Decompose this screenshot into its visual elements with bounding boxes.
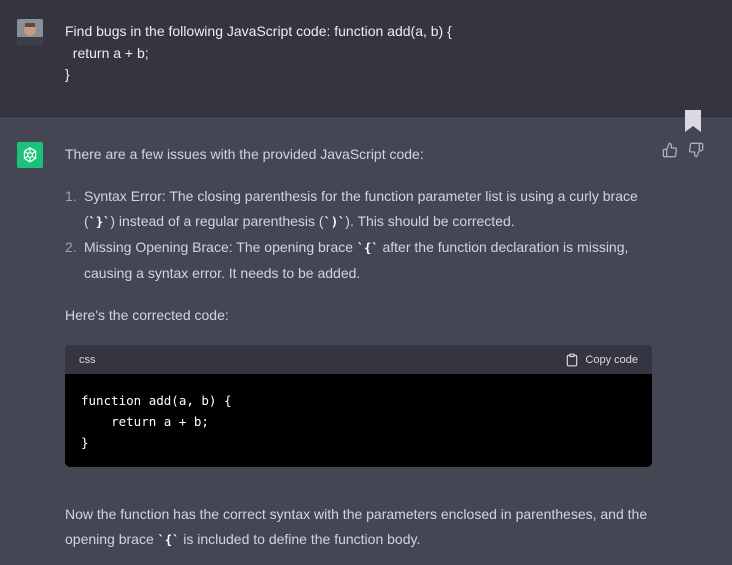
list-item: 2. Missing Opening Brace: The opening bra… <box>65 239 629 281</box>
assistant-intro: There are a few issues with the provided… <box>65 146 424 162</box>
code-block: css Copy code function add(a, b) { retur… <box>65 345 652 467</box>
copy-code-button[interactable]: Copy code <box>565 353 638 367</box>
inline-code: `{` <box>356 241 379 255</box>
copy-code-label: Copy code <box>585 353 638 366</box>
corrected-code-intro: Here's the corrected code: <box>65 307 229 323</box>
inline-code: `{` <box>157 533 180 547</box>
assistant-outro: Now the function has the correct syntax … <box>65 506 648 547</box>
code-content: function add(a, b) { return a + b; } <box>81 393 232 450</box>
list-item: 1. Syntax Error: The closing parenthesis … <box>65 188 638 229</box>
bookmark-icon[interactable] <box>685 110 701 132</box>
inline-code: `}` <box>88 215 111 229</box>
code-language-label: css <box>79 353 96 366</box>
user-avatar <box>17 19 43 45</box>
user-message-text: Find bugs in the following JavaScript co… <box>65 23 452 82</box>
code-block-header: css Copy code <box>65 345 652 374</box>
thumbs-down-icon[interactable] <box>688 142 704 158</box>
openai-logo-icon <box>23 147 37 163</box>
user-message-row: Find bugs in the following JavaScript co… <box>0 0 732 117</box>
assistant-avatar <box>17 142 43 168</box>
thumbs-up-icon[interactable] <box>662 142 678 158</box>
clipboard-icon <box>567 353 578 366</box>
issues-list: 1. Syntax Error: The closing parenthesis … <box>65 184 655 286</box>
inline-code: `)` <box>323 215 346 229</box>
